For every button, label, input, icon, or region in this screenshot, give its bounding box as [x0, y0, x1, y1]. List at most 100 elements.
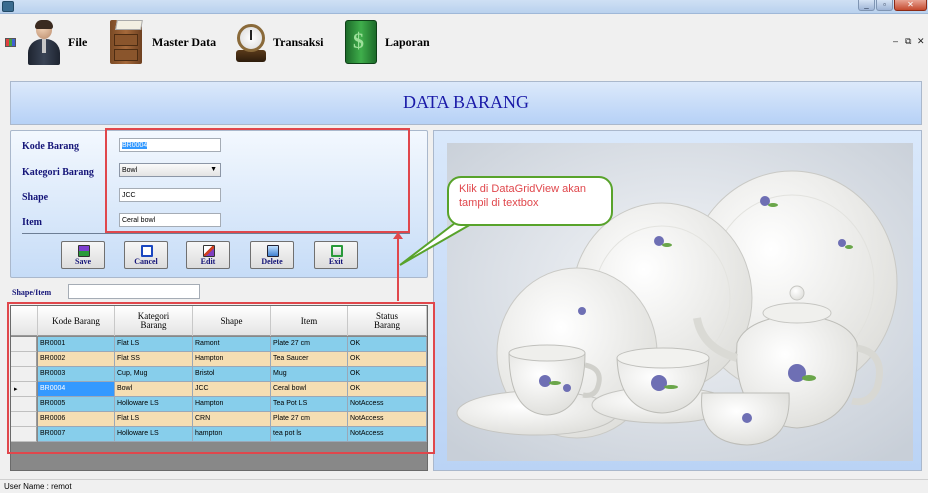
row-header[interactable] [11, 397, 37, 412]
table-cell-kode[interactable]: BR0001 [38, 337, 115, 352]
table-row[interactable]: BR0002 Flat SS Hampton Tea Saucer OK [11, 352, 427, 367]
shape-input[interactable]: JCC [119, 188, 221, 202]
table-cell-kode[interactable]: BR0004 [38, 382, 115, 397]
row-header[interactable] [11, 427, 37, 442]
chevron-down-icon: ▼ [210, 166, 217, 173]
table-cell-kategori[interactable]: Flat LS [115, 412, 193, 427]
table-cell-kategori[interactable]: Holloware LS [115, 397, 193, 412]
table-cell-kategori[interactable]: Cup, Mug [115, 367, 193, 382]
table-cell-status[interactable]: OK [348, 382, 427, 397]
mdi-restore-button[interactable]: ⧉ [905, 36, 911, 47]
table-cell-kode[interactable]: BR0007 [38, 427, 115, 442]
app-icon [2, 1, 14, 12]
menu-master-data-label: Master Data [152, 34, 217, 49]
window-maximize-button[interactable]: ▫ [876, 0, 893, 11]
window-title-bar: _ ▫ ✕ [0, 0, 928, 14]
trash-icon [267, 245, 279, 257]
table-row[interactable]: BR0007 Holloware LS hampton tea pot ls NotAc… [11, 427, 427, 442]
form-panel: Kode Barang BR0004 Kategori Barang Bowl … [10, 130, 428, 278]
row-header[interactable]: ▸ [11, 382, 37, 397]
grid-corner-header [11, 306, 38, 336]
window-minimize-button[interactable]: _ [858, 0, 875, 11]
item-value: Ceral bowl [122, 217, 156, 224]
table-row[interactable]: BR0005 Holloware LS Hampton Tea Pot LS NotAc… [11, 397, 427, 412]
exit-icon [331, 245, 343, 257]
table-row[interactable]: ▸ BR0004 Bowl JCC Ceral bowl OK [11, 382, 427, 397]
menu-laporan[interactable]: $ Laporan [341, 16, 430, 68]
menu-laporan-label: Laporan [385, 34, 430, 49]
kategori-barang-select[interactable]: Bowl ▼ [119, 163, 221, 177]
annotation-callout: Klik di DataGridView akan tampil di text… [447, 176, 613, 226]
save-button[interactable]: Save [61, 241, 105, 269]
table-cell-kode[interactable]: BR0005 [38, 397, 115, 412]
table-cell-status[interactable]: OK [348, 337, 427, 352]
table-cell-status[interactable]: OK [348, 367, 427, 382]
search-input[interactable] [68, 284, 200, 299]
table-row[interactable]: BR0003 Cup, Mug Bristol Mug OK [11, 367, 427, 382]
row-header[interactable] [11, 337, 37, 352]
menu-master-data[interactable]: Master Data [106, 16, 216, 68]
table-cell-item[interactable]: Mug [271, 367, 348, 382]
grid-column-header[interactable]: Status Barang [348, 306, 427, 336]
kode-barang-label: Kode Barang [22, 141, 79, 152]
delete-button[interactable]: Delete [250, 241, 294, 269]
exit-button[interactable]: Exit [314, 241, 358, 269]
status-user-name: User Name : remot [4, 482, 72, 491]
menu-transaksi[interactable]: Transaksi [233, 16, 323, 68]
table-cell-shape[interactable]: JCC [193, 382, 271, 397]
table-cell-kategori[interactable]: Flat LS [115, 337, 193, 352]
menu-transaksi-label: Transaksi [273, 34, 324, 49]
grid-column-header[interactable]: Kategori Barang [115, 306, 193, 336]
cancel-button[interactable]: Cancel [124, 241, 168, 269]
table-cell-item[interactable]: Ceral bowl [271, 382, 348, 397]
edit-button[interactable]: Edit [186, 241, 230, 269]
row-header[interactable] [11, 412, 37, 427]
table-cell-item[interactable]: Plate 27 cm [271, 412, 348, 427]
table-cell-item[interactable]: Tea Pot LS [271, 397, 348, 412]
row-header[interactable] [11, 352, 37, 367]
table-cell-kategori[interactable]: Bowl [115, 382, 193, 397]
table-cell-shape[interactable]: hampton [193, 427, 271, 442]
table-cell-shape[interactable]: CRN [193, 412, 271, 427]
mdi-minimize-button[interactable]: – [893, 36, 898, 46]
undo-icon [141, 245, 153, 257]
row-header[interactable] [11, 367, 37, 382]
table-cell-shape[interactable]: Hampton [193, 397, 271, 412]
table-cell-kode[interactable]: BR0003 [38, 367, 115, 382]
table-row[interactable]: BR0006 Flat LS CRN Plate 27 cm NotAccess [11, 412, 427, 427]
table-cell-shape[interactable]: Bristol [193, 367, 271, 382]
table-cell-kode[interactable]: BR0002 [38, 352, 115, 367]
shape-label: Shape [22, 192, 49, 203]
window-close-button[interactable]: ✕ [894, 0, 927, 11]
table-cell-status[interactable]: NotAccess [348, 427, 427, 442]
kode-barang-input[interactable]: BR0004 [119, 138, 221, 152]
data-grid[interactable]: Kode Barang Kategori Barang Shape Item S… [10, 305, 428, 471]
table-cell-kode[interactable]: BR0006 [38, 412, 115, 427]
table-cell-status[interactable]: NotAccess [348, 412, 427, 427]
grid-column-header[interactable]: Shape [193, 306, 271, 336]
table-cell-kategori[interactable]: Flat SS [115, 352, 193, 367]
status-bar: User Name : remot [0, 479, 928, 493]
mdi-close-button[interactable]: ✕ [917, 36, 925, 47]
table-cell-shape[interactable]: Hampton [193, 352, 271, 367]
table-cell-kategori[interactable]: Holloware LS [115, 427, 193, 442]
table-cell-status[interactable]: OK [348, 352, 427, 367]
menu-bar: File Master Data Transaksi $ Laporan – ⧉… [0, 14, 928, 70]
item-input[interactable]: Ceral bowl [119, 213, 221, 227]
kode-barang-value: BR0004 [122, 142, 148, 149]
table-cell-item[interactable]: Plate 27 cm [271, 337, 348, 352]
delete-button-label: Delete [261, 257, 283, 266]
table-cell-item[interactable]: tea pot ls [271, 427, 348, 442]
menu-file-label: File [68, 34, 88, 49]
menu-file[interactable]: File [24, 16, 87, 68]
table-row[interactable]: BR0001 Flat LS Ramont Plate 27 cm OK [11, 337, 427, 352]
table-cell-status[interactable]: NotAccess [348, 397, 427, 412]
item-label: Item [22, 217, 42, 228]
clock-icon [233, 20, 269, 64]
table-cell-shape[interactable]: Ramont [193, 337, 271, 352]
exit-button-label: Exit [328, 257, 344, 266]
grid-column-header[interactable]: Item [271, 306, 348, 336]
search-label: Shape/Item [12, 288, 52, 297]
table-cell-item[interactable]: Tea Saucer [271, 352, 348, 367]
grid-column-header[interactable]: Kode Barang [38, 306, 115, 336]
